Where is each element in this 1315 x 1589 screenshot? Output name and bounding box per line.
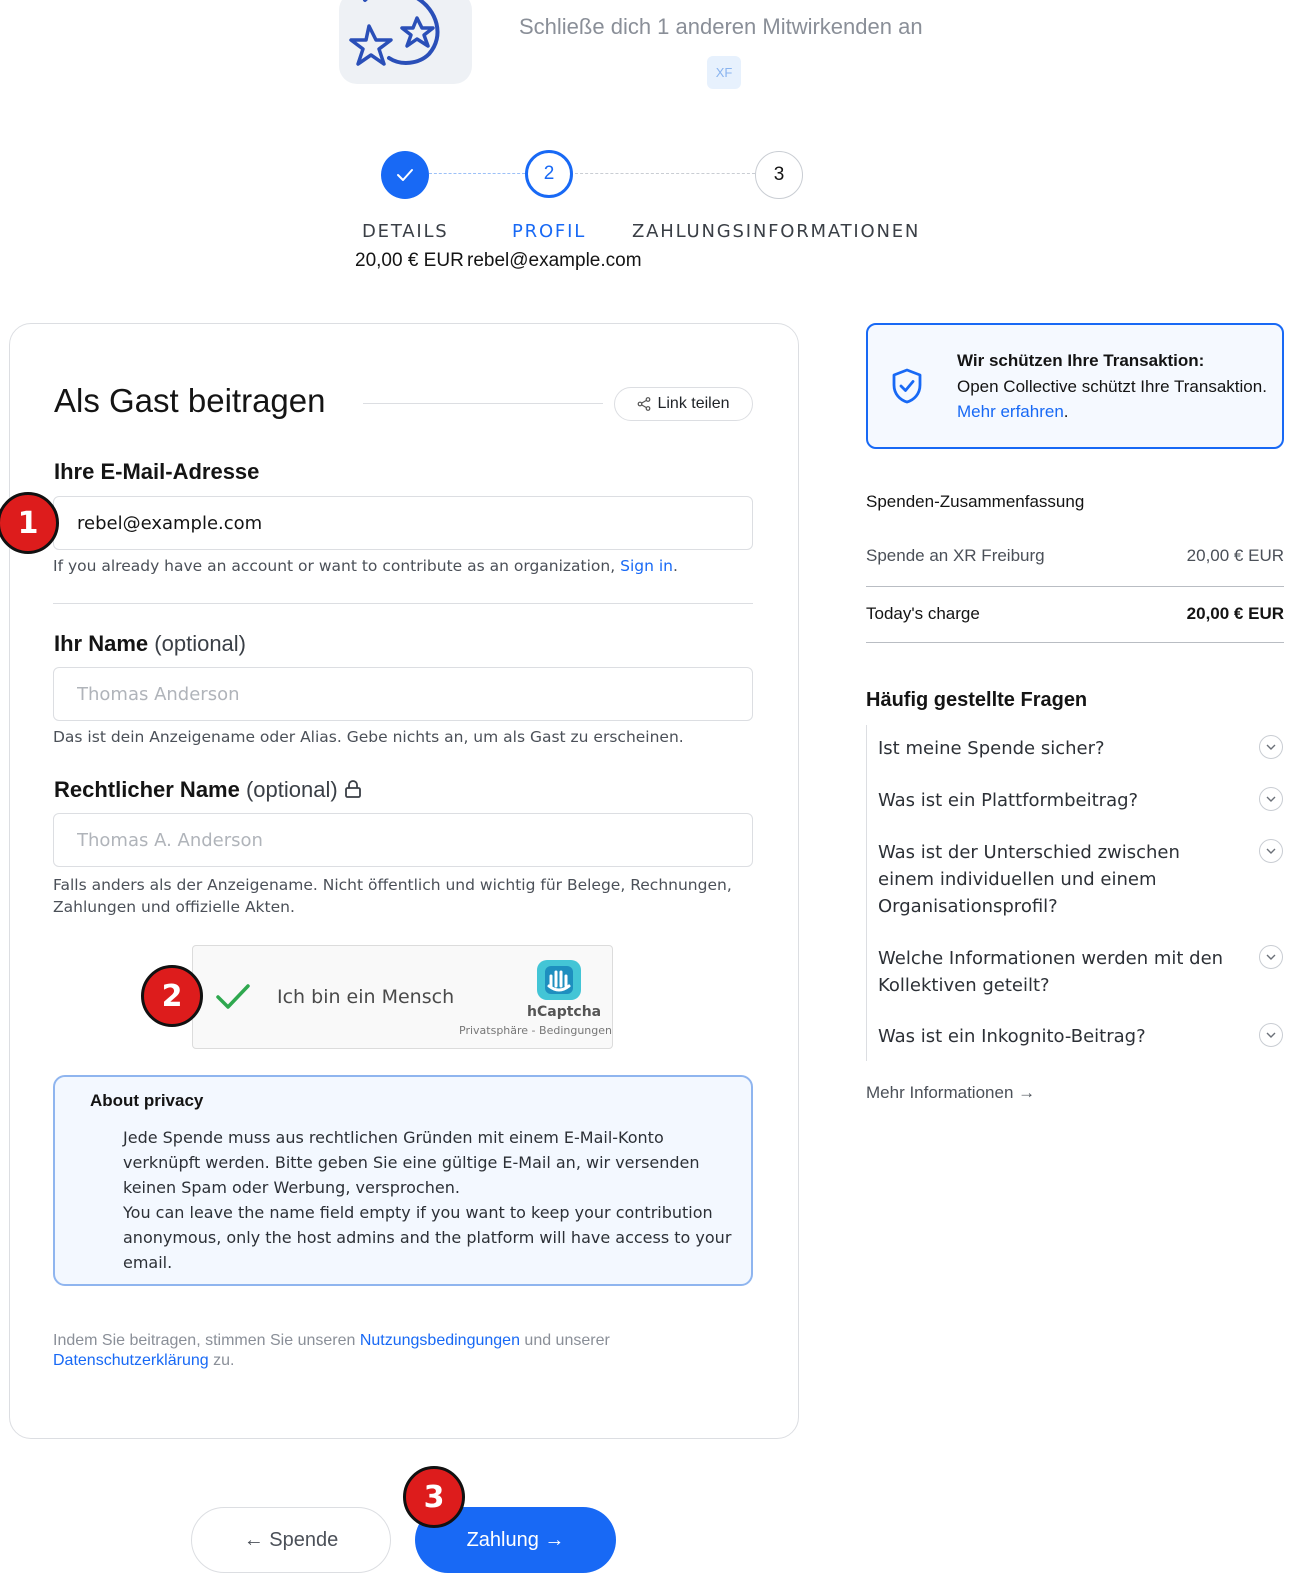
- summary-total-label: Today's charge: [866, 604, 980, 623]
- optional-tag: (optional): [154, 631, 246, 656]
- terms-text: zu.: [208, 1352, 235, 1369]
- summary-item-row: Spende an XR Freiburg 20,00 € EUR: [866, 546, 1284, 566]
- name-label: Ihr Name (optional): [54, 631, 246, 657]
- hcaptcha-logo-icon: [537, 960, 581, 1000]
- summary-item-value: 20,00 € EUR: [1186, 546, 1284, 565]
- faq-item[interactable]: Was ist der Unterschied zwischen einem i…: [878, 839, 1283, 920]
- email-field[interactable]: [53, 496, 753, 550]
- title-divider: [363, 403, 603, 404]
- step-profile-circle[interactable]: 2: [525, 150, 573, 198]
- step-details-circle[interactable]: [381, 151, 429, 199]
- chevron-down-icon: [1259, 839, 1283, 863]
- annotation-marker-3: 3: [403, 1466, 465, 1528]
- faq-question: Ist meine Spende sicher?: [878, 738, 1105, 759]
- back-button[interactable]: ← Spende: [191, 1507, 391, 1573]
- privacy-body: Jede Spende muss aus rechtlichen Gründen…: [123, 1125, 733, 1275]
- legal-name-field[interactable]: [53, 813, 753, 867]
- legal-name-label: Rechtlicher Name (optional): [54, 777, 362, 803]
- security-learn-more: Mehr erfahren.: [957, 402, 1069, 422]
- security-title: Wir schützen Ihre Transaktion:: [957, 351, 1205, 370]
- summary-title: Spenden-Zusammenfassung: [866, 492, 1085, 511]
- faq-border: [866, 725, 867, 1061]
- legal-name-label-text: Rechtlicher Name: [54, 777, 240, 802]
- learn-more-link[interactable]: Mehr erfahren: [957, 402, 1064, 421]
- security-text: Open Collective schützt Ihre Transaktion…: [957, 377, 1267, 396]
- faq-item[interactable]: Was ist ein Plattformbeitrag?: [878, 787, 1283, 814]
- share-icon: [638, 397, 651, 411]
- legal-name-help: Falls anders als der Anzeigename. Nicht …: [53, 876, 732, 916]
- contributor-avatar[interactable]: XF: [707, 56, 741, 89]
- name-field[interactable]: [53, 667, 753, 721]
- terms-of-service-link[interactable]: Nutzungsbedingungen: [360, 1332, 520, 1349]
- chevron-down-icon: [1259, 735, 1283, 759]
- privacy-text-en: You can leave the name field empty if yo…: [123, 1203, 732, 1272]
- step-payment-label[interactable]: ZAHLUNGSINFORMATIONEN: [632, 221, 920, 242]
- check-icon: [397, 169, 413, 181]
- faq-question: Was ist ein Plattformbeitrag?: [878, 790, 1139, 811]
- summary-divider: [866, 642, 1284, 643]
- step-payment-circle[interactable]: 3: [755, 151, 803, 199]
- privacy-text-de: Jede Spende muss aus rechtlichen Gründen…: [123, 1128, 700, 1197]
- name-help: Das ist dein Anzeigename oder Alias. Geb…: [53, 728, 684, 746]
- faq-item[interactable]: Ist meine Spende sicher?: [878, 735, 1283, 762]
- sign-in-link[interactable]: Sign in: [620, 557, 673, 575]
- faq-question: Was ist der Unterschied zwischen einem i…: [878, 842, 1180, 917]
- captcha-label: Ich bin ein Mensch: [277, 986, 455, 1008]
- chevron-down-icon: [1259, 1023, 1283, 1047]
- summary-total-value: 20,00 € EUR: [1186, 604, 1284, 623]
- step-details-label[interactable]: DETAILS: [362, 221, 449, 242]
- transaction-security-box: Wir schützen Ihre Transaktion: Open Coll…: [866, 323, 1284, 449]
- faq-item[interactable]: Was ist ein Inkognito-Beitrag?: [878, 1023, 1283, 1050]
- summary-divider: [866, 586, 1284, 587]
- name-label-text: Ihr Name: [54, 631, 149, 656]
- captcha-check-icon: [216, 984, 250, 1009]
- step-profile-label[interactable]: PROFIL: [512, 221, 586, 242]
- privacy-policy-link[interactable]: Datenschutzerklärung: [53, 1352, 209, 1369]
- learn-more-suffix: .: [1063, 402, 1069, 421]
- step-connector: [575, 173, 755, 174]
- privacy-notice: About privacy Jede Spende muss aus recht…: [53, 1075, 753, 1286]
- page-title: Als Gast beitragen: [54, 382, 326, 419]
- email-help-suffix: .: [672, 557, 678, 575]
- terms-text: und unserer: [519, 1332, 610, 1349]
- email-help-text: If you already have an account or want t…: [53, 557, 621, 575]
- email-label: Ihre E-Mail-Adresse: [54, 459, 260, 484]
- step-profile-email: rebel@example.com: [467, 250, 642, 271]
- email-help: If you already have an account or want t…: [53, 555, 678, 577]
- section-divider: [53, 603, 753, 604]
- hcaptcha-brand: hCaptcha: [527, 1004, 602, 1020]
- summary-item-label: Spende an XR Freiburg: [866, 546, 1045, 565]
- annotation-marker-2: 2: [141, 965, 203, 1027]
- chevron-down-icon: [1259, 945, 1283, 969]
- summary-total-row: Today's charge 20,00 € EUR: [866, 604, 1284, 624]
- hcaptcha-links[interactable]: Privatsphäre - Bedingungen: [459, 1024, 612, 1037]
- annotation-marker-1: 1: [0, 492, 59, 554]
- faq-item[interactable]: Welche Informationen werden mit den Koll…: [878, 945, 1283, 999]
- shield-check-icon: [892, 368, 922, 404]
- contributors-join-text: Schließe dich 1 anderen Mitwirkenden an: [519, 14, 923, 39]
- terms-notice: Indem Sie beitragen, stimmen Sie unseren…: [53, 1331, 673, 1371]
- step-connector: [429, 173, 525, 174]
- more-info-link[interactable]: Mehr Informationen →: [866, 1083, 1035, 1103]
- faq-question: Welche Informationen werden mit den Koll…: [878, 948, 1224, 996]
- terms-text: Indem Sie beitragen, stimmen Sie unseren: [53, 1332, 360, 1349]
- chevron-down-icon: [1259, 787, 1283, 811]
- faq-title: Häufig gestellte Fragen: [866, 689, 1088, 711]
- faq-question: Was ist ein Inkognito-Beitrag?: [878, 1026, 1146, 1047]
- privacy-title: About privacy: [90, 1091, 204, 1110]
- share-link-label: Link teilen: [657, 395, 730, 412]
- collective-logo: [339, 0, 472, 84]
- step-details-amount: 20,00 € EUR: [355, 250, 464, 271]
- share-link-button[interactable]: Link teilen: [614, 387, 753, 421]
- lock-icon: [344, 780, 361, 798]
- optional-tag: (optional): [245, 777, 338, 802]
- stars-moon-logo-icon: [349, 0, 440, 66]
- hcaptcha-widget[interactable]: Ich bin ein Mensch hCaptcha Privatsphäre…: [192, 945, 613, 1049]
